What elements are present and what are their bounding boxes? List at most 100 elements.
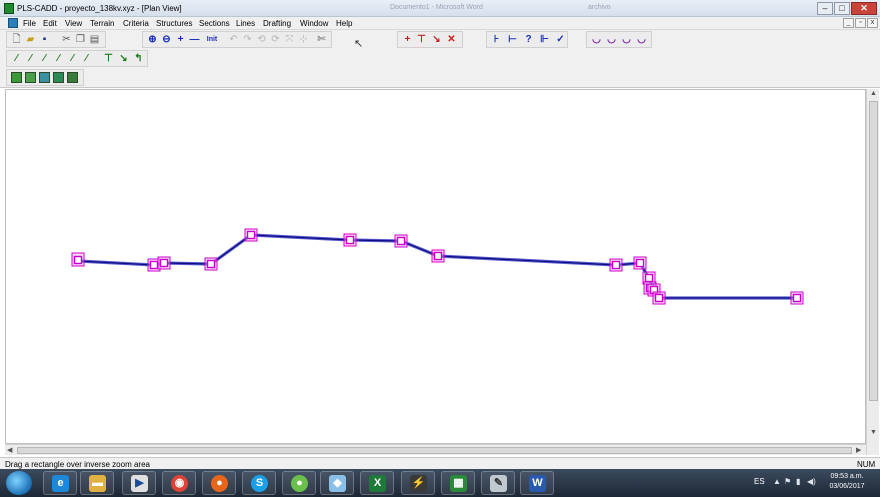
structure-delete-icon[interactable]: ✕ bbox=[445, 33, 458, 46]
maximize-button[interactable]: □ bbox=[834, 2, 850, 15]
clock[interactable]: 09:53 a.m. 03/06/2017 bbox=[820, 472, 874, 492]
menu-structures[interactable]: Structures bbox=[156, 19, 192, 28]
structure-marker[interactable] bbox=[157, 256, 171, 270]
menu-drafting[interactable]: Drafting bbox=[263, 19, 291, 28]
new-file-icon[interactable]: 🗋 bbox=[10, 33, 23, 46]
scroll-left-icon[interactable]: ◀ bbox=[7, 446, 12, 454]
taskbar-app[interactable]: ◆ bbox=[320, 471, 354, 495]
view-mode-icon-1[interactable] bbox=[11, 72, 22, 83]
tray-flag-icon[interactable]: ⚑ bbox=[784, 477, 791, 486]
structure-marker[interactable] bbox=[431, 249, 445, 263]
pick-icon[interactable]: ⤧ bbox=[283, 33, 296, 46]
sag-check-icon[interactable]: ◡ bbox=[635, 33, 648, 46]
taskbar-app[interactable]: ▦ bbox=[441, 471, 475, 495]
taskbar-app[interactable]: e bbox=[43, 471, 77, 495]
view-mode-icon-3[interactable] bbox=[39, 72, 50, 83]
menu-view[interactable]: View bbox=[65, 19, 82, 28]
feature-line-icon-5[interactable]: ⁄ bbox=[66, 52, 79, 65]
section-join-icon[interactable]: ⊩ bbox=[538, 33, 551, 46]
scroll-down-icon[interactable]: ▼ bbox=[870, 429, 877, 436]
section-query-icon[interactable]: ? bbox=[522, 33, 535, 46]
volume-icon[interactable]: ◀) bbox=[807, 477, 816, 486]
menu-lines[interactable]: Lines bbox=[236, 19, 255, 28]
vertical-scroll-thumb[interactable] bbox=[869, 101, 878, 401]
taskbar-app[interactable]: W bbox=[520, 471, 554, 495]
taskbar-app[interactable]: ⚡ bbox=[401, 471, 435, 495]
scroll-up-icon[interactable]: ▲ bbox=[870, 90, 877, 97]
structure-insert-icon[interactable]: ⊤ bbox=[415, 33, 428, 46]
open-folder-icon[interactable]: ▰ bbox=[24, 33, 37, 46]
structure-marker[interactable] bbox=[394, 234, 408, 248]
minimize-button[interactable]: – bbox=[817, 2, 833, 15]
taskbar-app[interactable]: ▶ bbox=[122, 471, 156, 495]
scroll-right-icon[interactable]: ▶ bbox=[856, 446, 861, 454]
close-button[interactable]: ✕ bbox=[851, 2, 877, 15]
undo-view-icon[interactable]: ↶ bbox=[227, 33, 240, 46]
menu-sections[interactable]: Sections bbox=[199, 19, 230, 28]
horizontal-scroll-thumb[interactable] bbox=[17, 447, 852, 454]
document-icon[interactable] bbox=[8, 18, 18, 28]
view-mode-icon-2[interactable] bbox=[25, 72, 36, 83]
redo-view-icon[interactable]: ↷ bbox=[241, 33, 254, 46]
horizontal-scrollbar[interactable]: ◀ ▶ bbox=[5, 444, 866, 455]
section-split-icon[interactable]: ⊢ bbox=[506, 33, 519, 46]
scissors-tool-icon[interactable]: ✄ bbox=[315, 33, 328, 46]
sag-query-icon[interactable]: ◡ bbox=[620, 33, 633, 46]
menu-window[interactable]: Window bbox=[300, 19, 328, 28]
menu-file[interactable]: File bbox=[23, 19, 36, 28]
taskbar-app[interactable]: ▬ bbox=[80, 471, 114, 495]
network-icon[interactable]: ▮ bbox=[796, 477, 800, 486]
structure-marker[interactable] bbox=[343, 233, 357, 247]
structure-marker[interactable] bbox=[244, 228, 258, 242]
structure-marker[interactable] bbox=[790, 291, 804, 305]
select-icon[interactable]: ⊹ bbox=[297, 33, 310, 46]
vertical-scrollbar[interactable]: ▲ ▼ bbox=[866, 89, 879, 455]
feature-line-icon-1[interactable]: ⁄ bbox=[10, 52, 23, 65]
structure-move-icon[interactable]: ↘ bbox=[430, 33, 443, 46]
paste-icon[interactable]: ▤ bbox=[88, 33, 101, 46]
view-mode-icon-5[interactable] bbox=[67, 72, 78, 83]
tray-expand-icon[interactable]: ▲ bbox=[773, 477, 781, 486]
taskbar-app[interactable]: X bbox=[360, 471, 394, 495]
pan-plus-icon[interactable]: + bbox=[174, 33, 187, 46]
taskbar-app[interactable]: S bbox=[242, 471, 276, 495]
rotate-right-icon[interactable]: ⟳ bbox=[269, 33, 282, 46]
section-check-icon[interactable]: ✓ bbox=[554, 33, 567, 46]
pan-minus-icon[interactable]: — bbox=[188, 33, 201, 46]
menu-terrain[interactable]: Terrain bbox=[90, 19, 114, 28]
section-add-icon[interactable]: ⊦ bbox=[490, 33, 503, 46]
menu-criteria[interactable]: Criteria bbox=[123, 19, 149, 28]
structure-marker[interactable] bbox=[609, 258, 623, 272]
structure-marker[interactable] bbox=[204, 257, 218, 271]
taskbar-app[interactable]: ✎ bbox=[481, 471, 515, 495]
language-indicator[interactable]: ES bbox=[754, 477, 765, 486]
zoom-in-icon[interactable]: ⊕ bbox=[146, 33, 159, 46]
feature-tee-icon[interactable]: ⊤ bbox=[102, 52, 115, 65]
structure-marker[interactable] bbox=[652, 291, 666, 305]
taskbar-app[interactable]: ● bbox=[202, 471, 236, 495]
plan-view-drawing[interactable] bbox=[6, 90, 867, 445]
zoom-out-icon[interactable]: ⊖ bbox=[160, 33, 173, 46]
view-mode-icon-4[interactable] bbox=[53, 72, 64, 83]
sag-curve-icon[interactable]: ◡ bbox=[605, 33, 618, 46]
save-icon[interactable]: ▪ bbox=[38, 33, 51, 46]
feature-hook-icon[interactable]: ↰ bbox=[132, 52, 145, 65]
menu-help[interactable]: Help bbox=[336, 19, 352, 28]
feature-line-icon-4[interactable]: ⁄ bbox=[52, 52, 65, 65]
mdi-minimize-button[interactable]: _ bbox=[843, 18, 854, 28]
structure-marker[interactable] bbox=[71, 252, 85, 267]
sag-add-icon[interactable]: ◡ bbox=[590, 33, 603, 46]
taskbar-app[interactable]: ● bbox=[282, 471, 316, 495]
feature-line-icon-2[interactable]: ⁄ bbox=[24, 52, 37, 65]
plan-view-canvas[interactable] bbox=[5, 89, 866, 444]
structure-add-icon[interactable]: + bbox=[401, 33, 414, 46]
menu-edit[interactable]: Edit bbox=[43, 19, 57, 28]
feature-diag-icon[interactable]: ↘ bbox=[117, 52, 130, 65]
copy-icon[interactable]: ❐ bbox=[74, 33, 87, 46]
start-button[interactable] bbox=[6, 471, 32, 495]
feature-line-icon-3[interactable]: ⁄ bbox=[38, 52, 51, 65]
zoom-all-icon[interactable]: Init bbox=[203, 33, 221, 46]
cut-icon[interactable]: ✂ bbox=[60, 33, 73, 46]
structure-marker[interactable] bbox=[633, 256, 647, 270]
rotate-left-icon[interactable]: ⟲ bbox=[255, 33, 268, 46]
